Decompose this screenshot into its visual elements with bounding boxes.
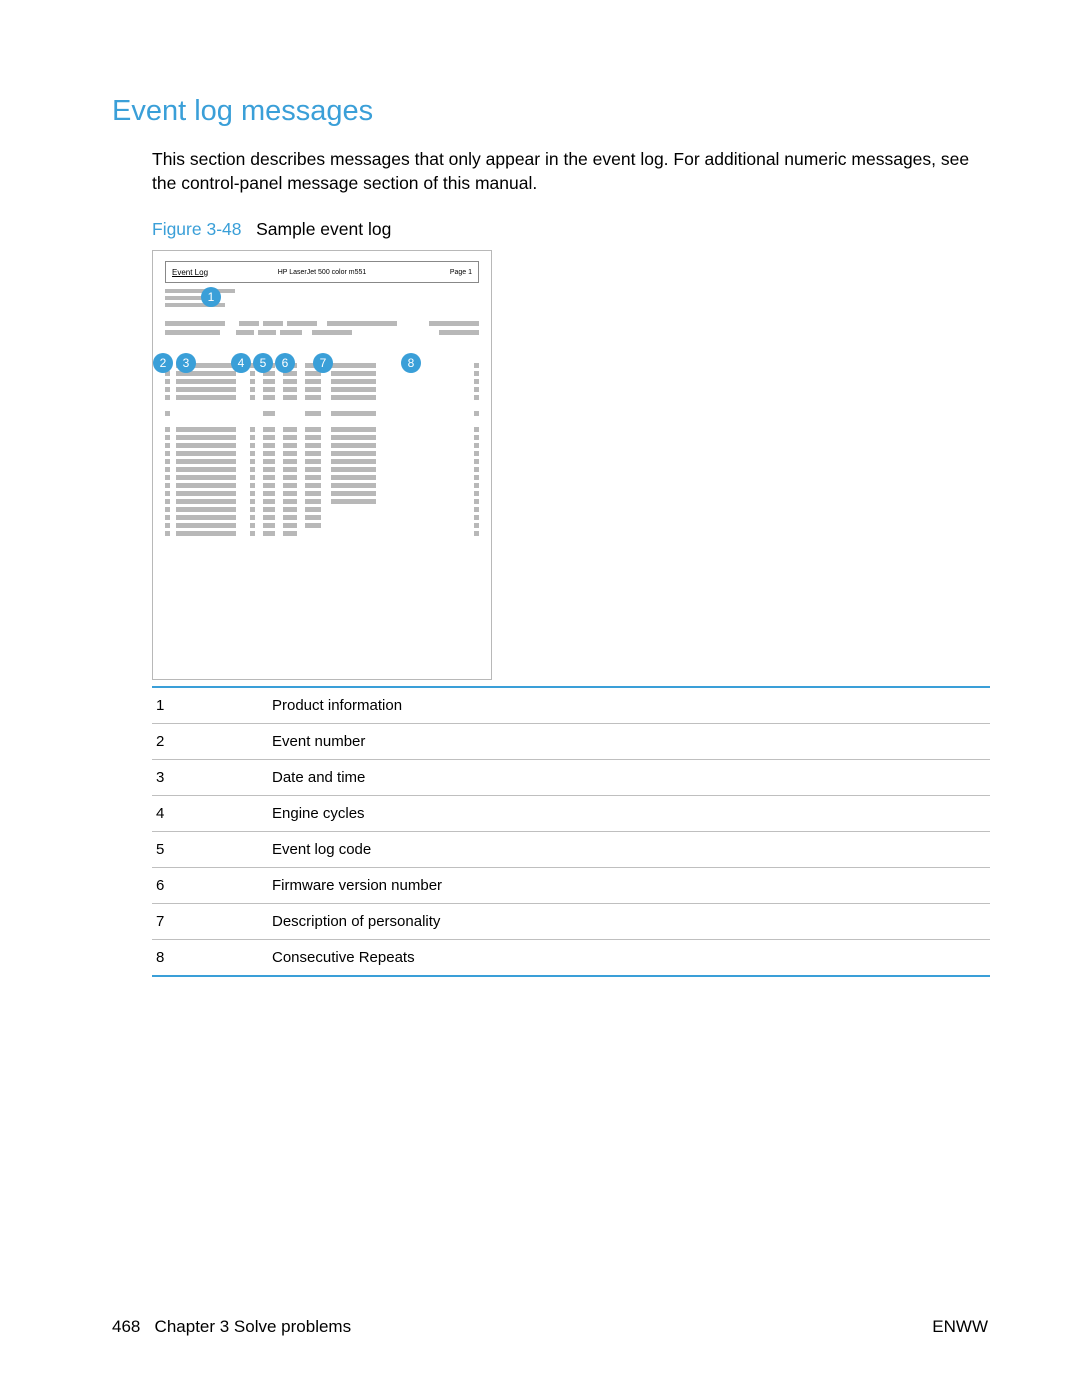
legend-row: 1Product information — [152, 688, 990, 724]
legend-table: 1Product information2Event number3Date a… — [152, 686, 990, 977]
legend-row: 8Consecutive Repeats — [152, 940, 990, 975]
page-footer: 468 Chapter 3 Solve problems ENWW — [112, 1317, 988, 1337]
legend-row: 3Date and time — [152, 760, 990, 796]
legend-row: 5Event log code — [152, 832, 990, 868]
legend-text: Firmware version number — [272, 877, 442, 894]
event-log-diagram: Event Log HP LaserJet 500 color m551 Pag… — [152, 250, 492, 680]
legend-row: 6Firmware version number — [152, 868, 990, 904]
intro-paragraph: This section describes messages that onl… — [152, 148, 988, 195]
legend-number: 6 — [152, 877, 272, 894]
legend-row: 4Engine cycles — [152, 796, 990, 832]
legend-text: Event log code — [272, 841, 371, 858]
legend-number: 2 — [152, 733, 272, 750]
figure-number: Figure 3-48 — [152, 219, 242, 239]
page-number: 468 — [112, 1317, 140, 1336]
page-label: Page 1 — [450, 269, 472, 276]
legend-text: Product information — [272, 697, 402, 714]
legend-text: Event number — [272, 733, 365, 750]
legend-number: 8 — [152, 949, 272, 966]
diagram-header: Event Log HP LaserJet 500 color m551 Pag… — [165, 261, 479, 283]
legend-text: Description of personality — [272, 913, 440, 930]
eventlog-label: Event Log — [172, 268, 208, 277]
legend-text: Consecutive Repeats — [272, 949, 415, 966]
legend-number: 3 — [152, 769, 272, 786]
product-label: HP LaserJet 500 color m551 — [278, 269, 367, 276]
section-heading: Event log messages — [112, 95, 988, 128]
legend-text: Engine cycles — [272, 805, 365, 822]
footer-right: ENWW — [932, 1317, 988, 1337]
legend-row: 2Event number — [152, 724, 990, 760]
legend-number: 1 — [152, 697, 272, 714]
legend-number: 4 — [152, 805, 272, 822]
legend-number: 5 — [152, 841, 272, 858]
legend-text: Date and time — [272, 769, 365, 786]
legend-number: 7 — [152, 913, 272, 930]
legend-row: 7Description of personality — [152, 904, 990, 940]
chapter-label: Chapter 3 Solve problems — [155, 1317, 352, 1336]
figure-title: Sample event log — [256, 219, 391, 239]
figure-caption: Figure 3-48 Sample event log — [152, 219, 988, 240]
